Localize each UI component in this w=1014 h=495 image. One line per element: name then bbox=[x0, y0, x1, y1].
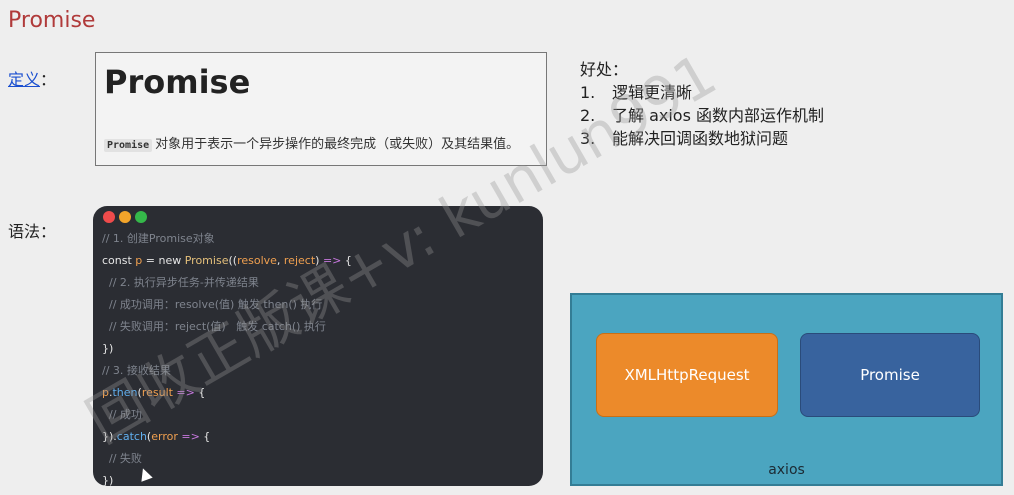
code-token: // 失败调用：reject(值) 触发 catch() 执行 bbox=[102, 320, 326, 333]
code-token: => bbox=[177, 430, 204, 443]
code-window: // 1. 创建Promise对象 const p = new Promise((… bbox=[93, 206, 543, 486]
code-token: result bbox=[141, 386, 173, 399]
code-token: { bbox=[341, 254, 352, 267]
code-block: // 1. 创建Promise对象 const p = new Promise((… bbox=[102, 228, 352, 486]
code-token: // 成功调用：resolve(值) 触发 then() 执行 bbox=[102, 298, 323, 311]
code-token: }). bbox=[102, 430, 117, 443]
benefit-number: 3. bbox=[580, 129, 596, 148]
promise-code-term: Promise bbox=[104, 139, 153, 152]
page-title: Promise bbox=[8, 8, 96, 33]
benefit-item: 2. 了解 axios 函数内部运作机制 bbox=[580, 104, 824, 127]
code-line: }) bbox=[102, 338, 352, 360]
code-line: p.then(result => { bbox=[102, 382, 352, 404]
definition-label: 定义： bbox=[8, 66, 56, 90]
code-line: // 2. 执行异步任务-并传递结果 bbox=[102, 272, 352, 294]
axios-label: axios bbox=[768, 462, 805, 478]
axios-diagram: XMLHttpRequest Promise axios bbox=[570, 293, 1003, 486]
code-line: const p = new Promise((resolve, reject) … bbox=[102, 250, 352, 272]
benefit-number: 2. bbox=[580, 106, 596, 125]
window-controls bbox=[103, 211, 147, 223]
benefits-list: 1. 逻辑更清晰 2. 了解 axios 函数内部运作机制 3. 能解决回调函数地狱问… bbox=[580, 81, 824, 150]
minimize-dot-icon[interactable] bbox=[119, 211, 131, 223]
definition-colon: ： bbox=[40, 70, 57, 89]
code-token: ) bbox=[315, 254, 323, 267]
code-token: Promise bbox=[184, 254, 229, 267]
benefit-text: 了解 axios 函数内部运作机制 bbox=[612, 106, 825, 125]
code-token: => bbox=[172, 386, 199, 399]
code-token: => bbox=[322, 254, 342, 267]
code-token: // 2. 执行异步任务-并传递结果 bbox=[102, 276, 259, 289]
code-token: { bbox=[203, 430, 211, 443]
code-token: p bbox=[102, 386, 109, 399]
code-token: }) bbox=[102, 474, 114, 486]
code-token: // 3. 接收结果 bbox=[102, 364, 171, 377]
benefit-item: 3. 能解决回调函数地狱问题 bbox=[580, 127, 824, 150]
close-dot-icon[interactable] bbox=[103, 211, 115, 223]
code-line: }).catch(error => { bbox=[102, 426, 352, 448]
definition-box: Promise Promise 对象用于表示一个异步操作的最终完成（或失败）及其结… bbox=[95, 52, 547, 166]
code-line: // 失败 bbox=[102, 448, 352, 470]
benefit-text: 能解决回调函数地狱问题 bbox=[612, 129, 789, 148]
benefits-section: 好处： 1. 逻辑更清晰 2. 了解 axios 函数内部运作机制 3. 能解决回调函… bbox=[580, 58, 824, 150]
code-token: error bbox=[151, 430, 178, 443]
code-token: // 失败 bbox=[102, 452, 142, 465]
code-token: = bbox=[142, 254, 159, 267]
code-line: // 成功 bbox=[102, 404, 352, 426]
code-token: new bbox=[158, 254, 185, 267]
benefit-item: 1. 逻辑更清晰 bbox=[580, 81, 824, 104]
definition-heading: Promise bbox=[104, 63, 251, 101]
benefits-title: 好处： bbox=[580, 60, 629, 79]
definition-text: 对象用于表示一个异步操作的最终完成（或失败）及其结果值。 bbox=[155, 137, 520, 152]
code-line: // 失败调用：reject(值) 触发 catch() 执行 bbox=[102, 316, 352, 338]
code-token: then bbox=[112, 386, 138, 399]
code-line: // 3. 接收结果 bbox=[102, 360, 352, 382]
definition-link[interactable]: 定义 bbox=[8, 70, 40, 89]
code-token: resolve bbox=[237, 254, 277, 267]
code-token: , bbox=[276, 254, 284, 267]
code-line: // 1. 创建Promise对象 bbox=[102, 228, 352, 250]
promise-block: Promise bbox=[800, 333, 980, 417]
code-token: // 成功 bbox=[102, 408, 142, 421]
code-token: // 1. 创建Promise对象 bbox=[102, 232, 215, 245]
definition-description: Promise 对象用于表示一个异步操作的最终完成（或失败）及其结果值。 bbox=[104, 133, 519, 152]
xmlhttprequest-block: XMLHttpRequest bbox=[596, 333, 778, 417]
code-line: // 成功调用：resolve(值) 触发 then() 执行 bbox=[102, 294, 352, 316]
code-token: catch bbox=[116, 430, 147, 443]
code-token: }) bbox=[102, 342, 114, 355]
benefit-number: 1. bbox=[580, 83, 596, 102]
syntax-label: 语法： bbox=[8, 222, 57, 241]
maximize-dot-icon[interactable] bbox=[135, 211, 147, 223]
code-token: const bbox=[102, 254, 136, 267]
code-token: reject bbox=[283, 254, 316, 267]
code-token: (( bbox=[228, 254, 238, 267]
code-token: { bbox=[198, 386, 206, 399]
benefit-text: 逻辑更清晰 bbox=[612, 83, 693, 102]
